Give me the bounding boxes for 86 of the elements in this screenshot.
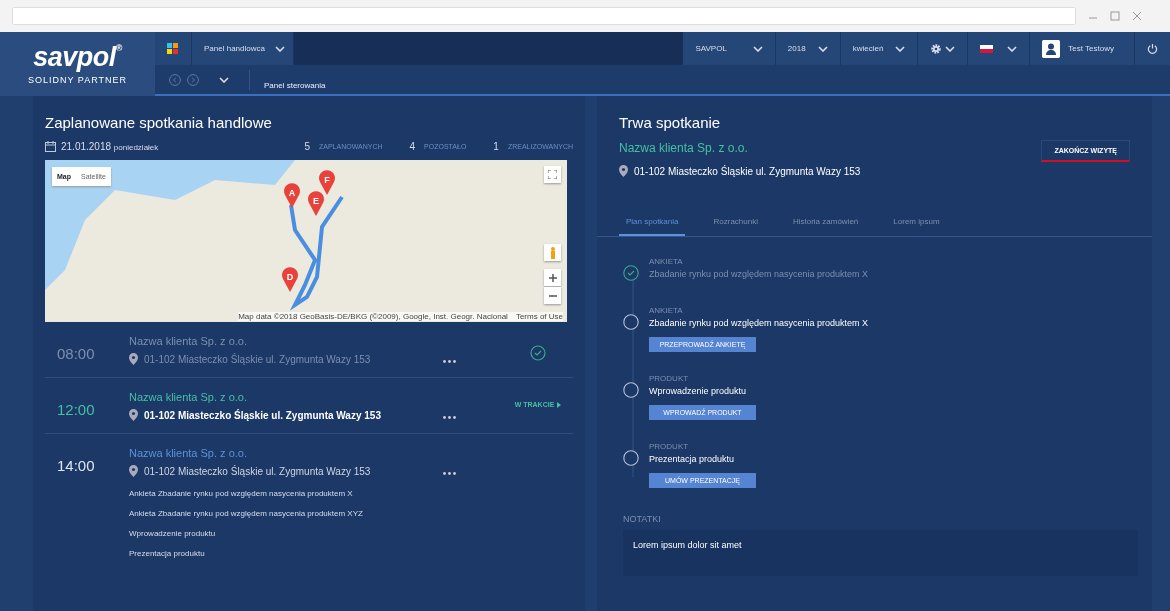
caret-icon [557,401,562,408]
client-address: 01-102 Miasteczko Śląskie ul. Zygmunta Wazy 153 [144,465,371,477]
check-circle-icon [530,345,546,361]
stat-count: 5 [304,141,310,152]
street-view-button[interactable] [544,244,561,261]
client-name[interactable]: Nazwa klienta Sp. z o.o. [129,447,443,459]
header-dropdown[interactable]: 2018 [775,32,841,65]
tab[interactable]: Lorem ipsum [886,209,947,236]
calendar-icon [45,141,56,152]
map-marker[interactable]: F [319,170,335,195]
more-icon[interactable] [443,360,456,363]
map-marker[interactable]: A [284,183,300,208]
more-icon[interactable] [443,472,456,475]
settings-icon [930,42,943,55]
terms-link[interactable]: Terms of Use [515,312,563,321]
flag-icon [980,44,994,53]
stat-count: 1 [493,141,499,152]
map-marker[interactable]: D [282,267,298,292]
step-title: Zbadanie rynku pod względem nasycenia produktem X [649,318,869,328]
tab[interactable]: Plan spotkania [619,209,686,236]
fullscreen-icon [548,170,557,179]
fullscreen-button[interactable] [544,166,561,183]
map-marker[interactable]: E [308,191,324,216]
settings-dropdown[interactable] [918,32,969,65]
meeting-time: 12:00 [57,400,96,418]
plus-icon [548,273,557,282]
step-category: ANKIETA [649,257,684,266]
task-item: Ankieta Zbadanie rynku pod względem nasycenia produktem XYZ [129,509,364,518]
power-icon [1147,43,1158,54]
back-icon[interactable] [169,73,181,86]
chevron-down-icon [945,45,956,52]
stat-count: 4 [409,141,416,152]
chevron-down-icon [1007,45,1018,52]
task-item: Prezentacja produktu [129,549,206,558]
forward-icon[interactable] [187,73,199,86]
zoom-out-button[interactable] [544,287,561,304]
language-dropdown[interactable] [968,32,1031,65]
task-item: Ankieta Zbadanie rynku pod względem nasycenia produktem X [129,489,354,498]
client-address: 01-102 Miasteczko Śląskie ul. Zygmunta Wazy 153 [144,353,371,365]
client-address: 01-102 Miasteczko Śląskie ul. Zygmunta Wazy 153 [144,409,381,421]
logo-tagline: SOLIDNY PARTNER [28,74,127,85]
task-item: Wprowadzenie produktu [129,529,217,538]
client-name[interactable]: Nazwa klienta Sp. z o.o. [129,335,443,347]
location-pin-icon [129,465,138,477]
user-menu[interactable]: Test Testowy [1030,32,1135,65]
step-title: Prezentacja produktu [649,454,736,464]
step-category: PRODUKT [649,442,690,451]
maximize-icon[interactable] [1110,11,1120,21]
client-name[interactable]: Nazwa klienta Sp. z o.o. [129,391,443,403]
module-dropdown[interactable]: Panel handlowca [192,32,294,65]
chevron-down-icon [274,45,285,52]
client-name: Nazwa klienta Sp. z o.o. [619,141,749,155]
notes-field[interactable]: Lorem ipsum dolor sit amet [623,530,1138,576]
meeting-time: 08:00 [57,344,96,362]
power-button[interactable] [1135,32,1170,65]
zoom-in-button[interactable] [544,269,561,286]
location-pin-icon [129,409,138,421]
header-dropdown[interactable]: SAVPOL [683,32,776,65]
step-category: ANKIETA [649,306,684,315]
section-title: Trwa spotkanie [619,114,722,131]
chevron-down-icon [817,45,828,52]
chevron-down-icon [895,45,906,52]
apps-button[interactable] [155,32,192,65]
close-icon[interactable] [1132,11,1142,21]
notes-label: NOTATKI [622,513,662,526]
apps-grid-icon [167,42,179,55]
tab[interactable]: Rozrachunki [706,209,765,236]
user-avatar-icon [1042,39,1061,58]
location-pin-icon [619,165,628,177]
person-icon [549,246,556,259]
step-category: PRODUKT [649,374,690,383]
map-attribution: Map data ©2018 GeoBasis-DE/BKG (©2009), Google, Inst. Geogr. Nacional [238,312,508,321]
more-icon[interactable] [443,416,456,419]
chevron-down-icon [752,45,763,52]
date-label: 21.01.2018 poniedziałek [61,141,159,152]
header-dropdown[interactable]: kwiecień [840,32,919,65]
meeting-time: 14:00 [57,456,96,474]
tab[interactable]: Historia zamówień [785,209,866,236]
section-title: Zaplanowane spotkania handlowe [45,114,273,131]
client-address: 01-102 Miasteczko Śląskie ul. Zygmunta Wazy 153 [634,165,861,177]
chevron-down-icon [219,76,229,83]
breadcrumb[interactable]: Panel sterowania [249,69,326,90]
logo-wordmark: savpol$^{®}$ [33,43,122,71]
step-title: Wprowadzenie produktu [649,386,748,396]
location-pin-icon [129,353,138,365]
step-title: Zbadanie rynku pod względem nasycenia produktem X [649,269,869,279]
